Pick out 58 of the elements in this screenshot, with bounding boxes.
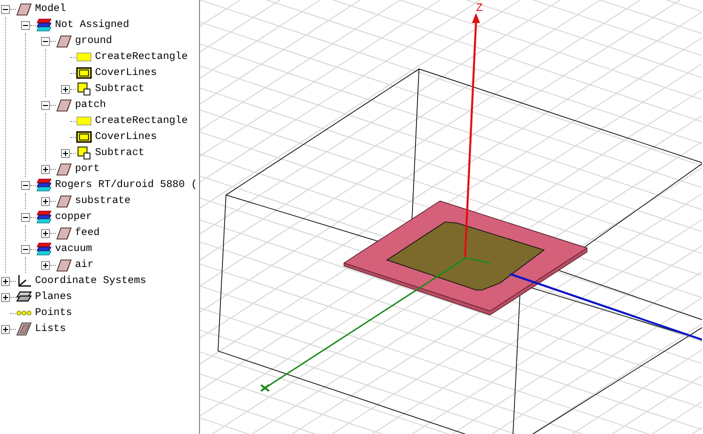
expand-icon[interactable] <box>41 196 50 206</box>
tree-item-label[interactable]: ground <box>75 35 112 47</box>
collapse-icon[interactable] <box>21 180 30 190</box>
expand-icon[interactable] <box>61 84 70 94</box>
collapse-icon[interactable] <box>21 212 30 222</box>
axes-icon <box>16 274 32 288</box>
material-icon <box>36 242 52 256</box>
collapse-icon[interactable] <box>1 4 10 14</box>
tree-item-label[interactable]: substrate <box>75 195 131 207</box>
block-icon <box>16 2 32 16</box>
tree-item-label[interactable]: port <box>75 163 100 175</box>
tree-item-label[interactable]: Lists <box>35 323 66 335</box>
block-icon <box>56 34 72 48</box>
block-icon <box>56 258 72 272</box>
block-icon <box>56 226 72 240</box>
tree-item-label[interactable]: Model <box>35 3 66 15</box>
block-icon <box>56 98 72 112</box>
tree-item-label[interactable]: Not Assigned <box>55 19 130 31</box>
material-icon <box>36 178 52 192</box>
tree-item-label[interactable]: air <box>75 259 94 271</box>
block-icon <box>56 194 72 208</box>
tree-item-label[interactable]: Points <box>35 307 72 319</box>
material-icon <box>36 18 52 32</box>
subtract-icon <box>76 146 92 160</box>
lists-icon <box>16 322 32 336</box>
expand-icon[interactable] <box>1 292 10 302</box>
expand-icon[interactable] <box>1 276 10 286</box>
tree-item-label[interactable]: feed <box>75 227 100 239</box>
tree-item-label[interactable]: CreateRectangle <box>95 115 188 127</box>
rectangle-icon <box>76 50 92 64</box>
rectangle-icon <box>76 114 92 128</box>
tree-item-label[interactable]: CoverLines <box>95 131 157 143</box>
material-icon <box>36 210 52 224</box>
expand-icon[interactable] <box>41 164 50 174</box>
tree-item-label[interactable]: Rogers RT/duroid 5880 ( <box>55 179 198 191</box>
planes-icon <box>16 290 32 304</box>
tree-item-label[interactable]: CreateRectangle <box>95 51 188 63</box>
collapse-icon[interactable] <box>41 36 50 46</box>
collapse-icon[interactable] <box>21 20 30 30</box>
tree-item-label[interactable]: Subtract <box>95 147 144 159</box>
collapse-icon[interactable] <box>41 100 50 110</box>
expand-icon[interactable] <box>61 148 70 158</box>
collapse-icon[interactable] <box>21 244 30 254</box>
tree-item-label[interactable]: Subtract <box>95 83 144 95</box>
block-icon <box>56 162 72 176</box>
expand-icon[interactable] <box>41 260 50 270</box>
subtract-icon <box>76 82 92 96</box>
tree-item-label[interactable]: Coordinate Systems <box>35 275 146 287</box>
expand-icon[interactable] <box>41 228 50 238</box>
cover-icon <box>76 130 92 144</box>
tree-item-label[interactable]: Planes <box>35 291 72 303</box>
tree-item-label[interactable]: CoverLines <box>95 67 157 79</box>
tree-item-label[interactable]: copper <box>55 211 92 223</box>
axis-label: Z <box>476 2 483 14</box>
cover-icon <box>76 66 92 80</box>
tree-item-label[interactable]: vacuum <box>55 243 92 255</box>
tree-item-label[interactable]: patch <box>75 99 106 111</box>
expand-icon[interactable] <box>1 324 10 334</box>
